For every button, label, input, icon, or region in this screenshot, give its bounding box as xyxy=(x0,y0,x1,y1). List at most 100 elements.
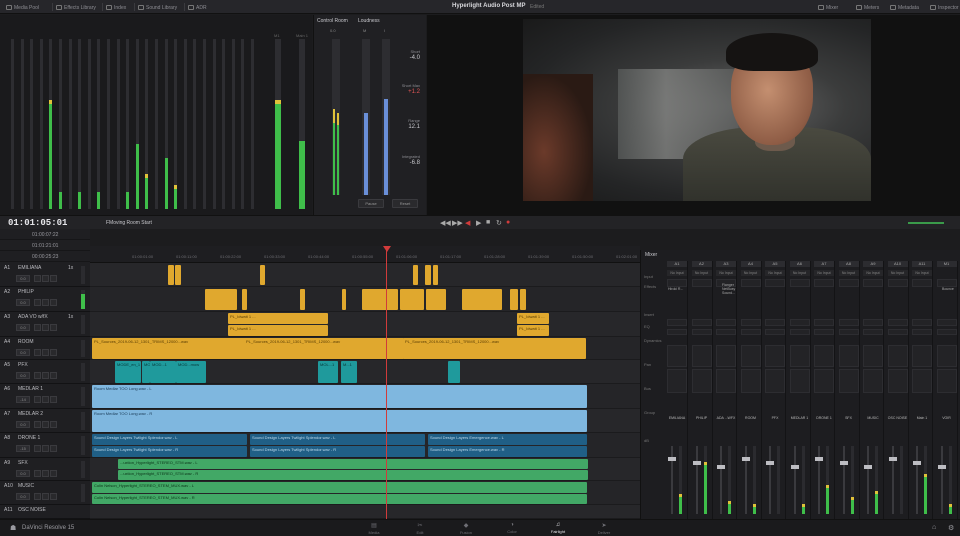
arm-button[interactable] xyxy=(34,493,41,500)
audio-clip[interactable]: Sound Design Layers Twilight Splendor.wa… xyxy=(92,446,247,457)
eq-slot[interactable] xyxy=(716,329,736,335)
dynamics-slot[interactable] xyxy=(667,345,687,367)
media-page-tab[interactable]: ▤ Media xyxy=(354,522,394,535)
input-selector[interactable]: No Input xyxy=(814,270,834,276)
track-volume[interactable]: 0.0 xyxy=(16,275,30,282)
insert-slot[interactable] xyxy=(716,319,736,326)
insert-slot[interactable] xyxy=(814,319,834,326)
fader-handle[interactable] xyxy=(864,465,872,469)
mute-button[interactable] xyxy=(50,372,57,379)
eq-slot[interactable] xyxy=(936,329,957,335)
mute-button[interactable] xyxy=(50,349,57,356)
loop-button[interactable]: ↻ xyxy=(496,219,502,227)
fader-handle[interactable] xyxy=(888,457,897,461)
fader-handle[interactable] xyxy=(815,457,823,461)
record-button[interactable]: ● xyxy=(506,219,510,226)
solo-button[interactable] xyxy=(42,396,49,403)
track-volume[interactable]: 0.0 xyxy=(16,299,30,306)
fader-handle[interactable] xyxy=(717,465,725,469)
fader-handle[interactable] xyxy=(668,457,676,461)
fairlight-page-tab[interactable]: ♫ Fairlight xyxy=(538,522,578,534)
solo-button[interactable] xyxy=(42,372,49,379)
audio-clip[interactable]: MOD...1 xyxy=(150,361,176,383)
audio-clip[interactable]: ...uxtion_Hyperlight_STEREO_STM.wav - R xyxy=(118,470,588,480)
solo-button[interactable] xyxy=(42,275,49,282)
pan-slot[interactable] xyxy=(716,369,736,393)
audio-clip[interactable]: Sound Design Layers Twilight Splendor.wa… xyxy=(250,434,425,445)
track-volume[interactable]: 0.0 xyxy=(16,324,30,331)
deliver-page-tab[interactable]: ➤ Deliver xyxy=(584,522,624,535)
track-volume[interactable]: 0.0 xyxy=(16,421,30,428)
track-header-a2[interactable]: A2 PHILIP 0.0 xyxy=(0,287,90,312)
eq-slot[interactable] xyxy=(814,329,834,335)
pan-slot[interactable] xyxy=(863,369,883,393)
input-selector[interactable]: No Input xyxy=(887,270,908,276)
pause-button[interactable]: Pause xyxy=(358,199,384,208)
audio-clip[interactable] xyxy=(462,289,502,310)
mute-button[interactable] xyxy=(50,275,57,282)
arm-button[interactable] xyxy=(34,445,41,452)
solo-button[interactable] xyxy=(42,470,49,477)
track-header-a9[interactable]: A9 SFX 0.0 xyxy=(0,458,90,481)
eq-slot[interactable] xyxy=(838,329,859,335)
pan-slot[interactable] xyxy=(740,369,761,393)
track-header-a10[interactable]: A10 MUSIC 0.0 xyxy=(0,481,90,505)
audio-clip[interactable]: MOL...1 xyxy=(318,361,338,383)
insert-slot[interactable] xyxy=(936,319,957,326)
audio-clip[interactable]: MOl...1 xyxy=(142,361,150,383)
effects-slot[interactable] xyxy=(765,279,785,287)
audio-clip[interactable]: PL_Idwatt 1 ... xyxy=(517,313,549,324)
audio-clip[interactable]: Sound Design Layers Emergence.wav - R xyxy=(428,446,587,457)
solo-button[interactable] xyxy=(42,349,49,356)
arm-button[interactable] xyxy=(34,275,41,282)
arm-button[interactable] xyxy=(34,349,41,356)
insert-slot[interactable] xyxy=(691,319,712,326)
mute-button[interactable] xyxy=(50,324,57,331)
adr-button[interactable]: ADR xyxy=(188,3,207,12)
track-volume[interactable]: 0.0 xyxy=(16,470,30,477)
eq-slot[interactable] xyxy=(667,329,687,335)
track-volume[interactable]: -14 xyxy=(16,396,30,403)
fader-handle[interactable] xyxy=(766,461,774,465)
pan-slot[interactable] xyxy=(936,369,957,393)
insert-slot[interactable] xyxy=(740,319,761,326)
audio-clip[interactable] xyxy=(400,289,424,310)
loudness-tab[interactable]: Loudness xyxy=(358,18,380,24)
track-header-a8[interactable]: A8 DRONE 1 -15 xyxy=(0,433,90,458)
insert-slot[interactable] xyxy=(912,319,932,326)
audio-clip[interactable]: PL_Idwatt 1 ... xyxy=(228,313,328,324)
stop-button[interactable]: ■ xyxy=(486,219,490,226)
audio-clip[interactable]: MODE_en_1 xyxy=(115,361,141,383)
audio-clip[interactable] xyxy=(205,289,237,310)
dynamics-slot[interactable] xyxy=(740,345,761,367)
audio-clip[interactable] xyxy=(520,289,526,310)
solo-button[interactable] xyxy=(42,493,49,500)
fader-handle[interactable] xyxy=(937,465,946,469)
effects-slot[interactable] xyxy=(789,279,810,287)
eq-slot[interactable] xyxy=(912,329,932,335)
pan-slot[interactable] xyxy=(789,369,810,393)
insert-slot[interactable] xyxy=(863,319,883,326)
home-icon[interactable]: ⌂ xyxy=(932,524,936,531)
play-reverse-button[interactable]: ◀ xyxy=(465,219,470,227)
track-volume[interactable]: 0.0 xyxy=(16,493,30,500)
audio-clip[interactable]: PL_Idwatt 1 ... xyxy=(228,325,328,336)
track-header-a11[interactable]: A11 OSC NOISE xyxy=(0,505,90,519)
input-selector[interactable]: No Input xyxy=(691,270,712,276)
audio-clip[interactable]: PL_Sources_2019-06-12_1301_TRIMS_12000..… xyxy=(244,338,404,359)
track-volume[interactable]: 0.0 xyxy=(16,349,30,356)
track-volume[interactable]: 0.0 xyxy=(16,372,30,379)
track-header-a5[interactable]: A5 PFX 0.0 xyxy=(0,360,90,384)
effects-slot[interactable] xyxy=(936,279,957,287)
track-header-a7[interactable]: A7 MEDLAR 2 0.0 xyxy=(0,409,90,433)
track-header-a1[interactable]: A1 EMILIANA 1x 0.0 xyxy=(0,263,90,287)
input-selector[interactable]: No Input xyxy=(863,270,883,276)
sound-library-button[interactable]: Sound Library xyxy=(138,3,177,12)
effects-library-button[interactable]: Effects Library xyxy=(56,3,96,12)
insert-slot[interactable] xyxy=(789,319,810,326)
effects-slot[interactable] xyxy=(667,279,687,287)
audio-clip[interactable] xyxy=(362,289,398,310)
audio-clip[interactable]: Room Medlar TOO Long.wav - R xyxy=(92,410,587,432)
timeline-ruler[interactable]: 01:00:01:00 01:00:11:00 01:00:22:00 01:00:3… xyxy=(90,246,640,263)
track-header-a4[interactable]: A4 ROOM 0.0 xyxy=(0,337,90,360)
